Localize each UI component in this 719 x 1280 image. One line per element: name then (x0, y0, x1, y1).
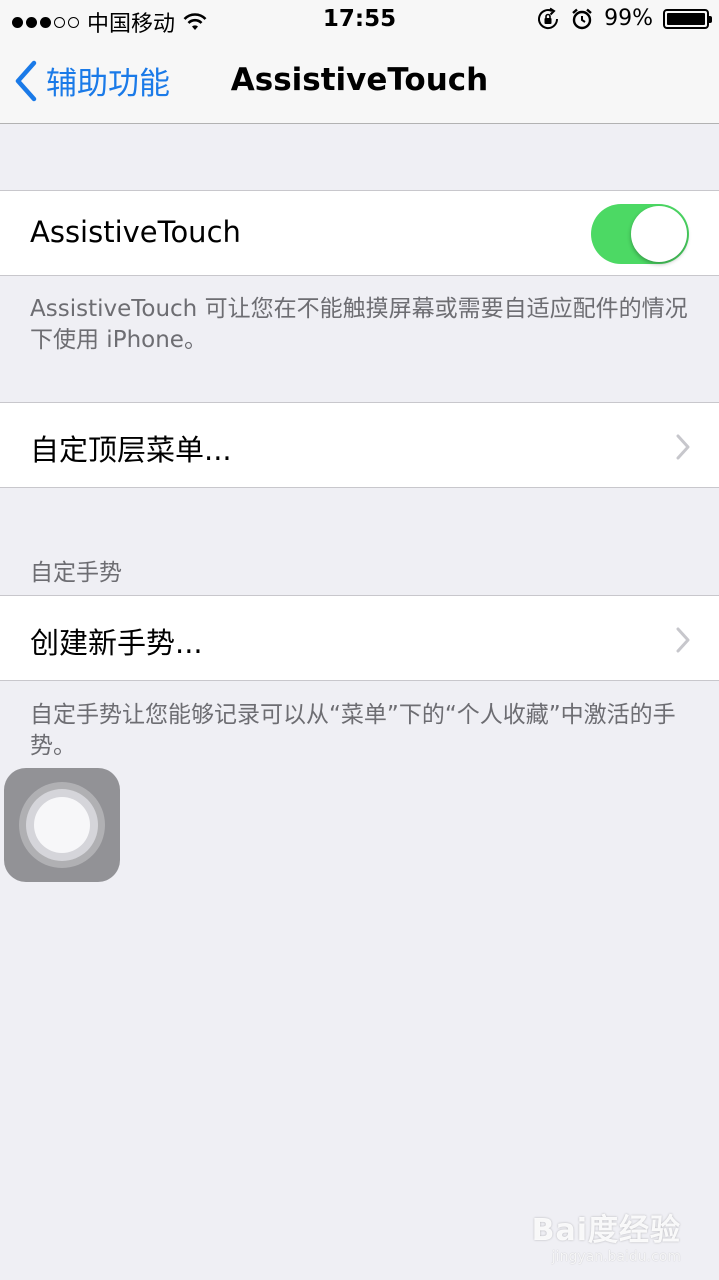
customize-top-menu-label: 自定顶层菜单... (30, 433, 232, 467)
watermark-url: jingyan.baidu.com (551, 1249, 681, 1265)
chevron-right-icon (676, 627, 690, 653)
customize-top-menu-row[interactable]: 自定顶层菜单... (0, 402, 719, 488)
battery-level-fill (667, 12, 705, 25)
custom-gestures-header: 自定手势 (30, 560, 122, 586)
watermark-logo-text: Bai度经验 (531, 1213, 681, 1248)
navigation-bar: 辅助功能 AssistiveTouch (0, 40, 719, 124)
button-core (34, 797, 90, 853)
battery-icon (663, 8, 712, 29)
custom-gestures-description: 自定手势让您能够记录可以从“菜单”下的“个人收藏”中激活的手势。 (30, 702, 676, 759)
toggle-knob (631, 206, 687, 262)
battery-percent: 99% (604, 6, 653, 31)
page-title: AssistiveTouch (230, 62, 489, 98)
create-gesture-row[interactable]: 创建新手势... (0, 595, 719, 681)
baidu-watermark: Bai度经验 jingyan.baidu.com (532, 1205, 681, 1265)
status-bar-right: 99% (536, 6, 712, 31)
alarm-icon (572, 8, 592, 29)
create-gesture-label: 创建新手势... (30, 626, 203, 660)
assistivetouch-description: AssistiveTouch 可让您在不能触摸屏幕或需要自适应配件的情况下使用 … (30, 296, 688, 353)
assistivetouch-row: AssistiveTouch (0, 190, 719, 276)
assistivetouch-toggle[interactable] (591, 204, 689, 264)
assistivetouch-label: AssistiveTouch (30, 215, 241, 249)
orientation-lock-icon (538, 7, 559, 29)
status-bar: 中国移动 17:55 99% (0, 0, 719, 40)
assistivetouch-floating-button[interactable] (4, 768, 120, 882)
chevron-right-icon (676, 434, 690, 460)
